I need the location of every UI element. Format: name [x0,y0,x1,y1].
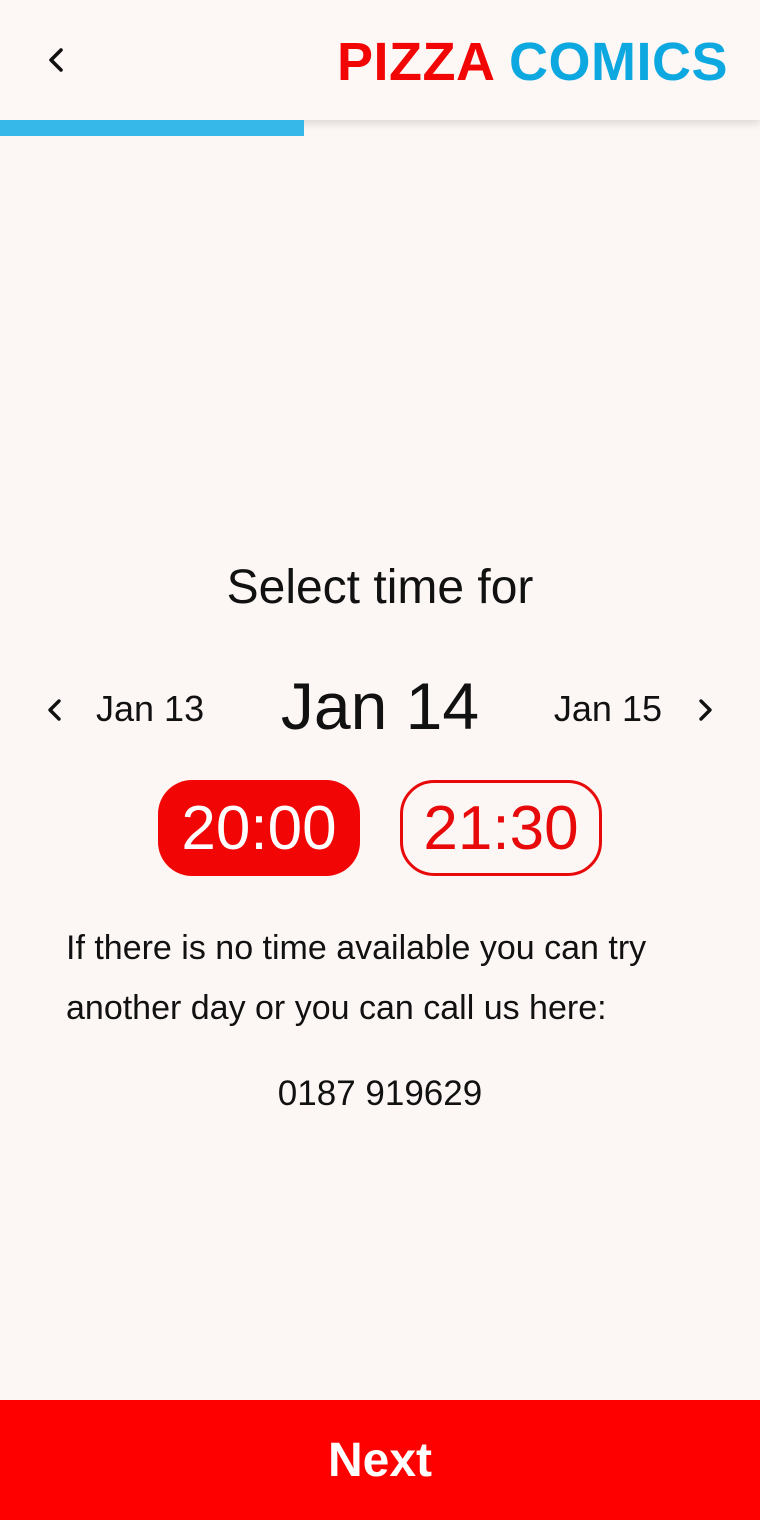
progress-bar-fill [0,120,304,136]
page-title: Select time for [226,561,534,614]
phone-number[interactable]: 0187 919629 [0,1074,760,1114]
previous-date[interactable]: Jan 13 [96,688,204,730]
chevron-right-icon [699,699,712,721]
time-slot-list: 20:00 21:30 [0,780,760,876]
info-text: If there is no time available you can tr… [66,929,647,1027]
time-slot[interactable]: 21:30 [400,780,602,876]
brand-logo: PIZZA COMICS [337,30,728,94]
chevron-left-icon [49,48,63,72]
previous-day-button[interactable] [30,686,80,734]
next-date[interactable]: Jan 15 [554,688,662,730]
time-slot-selected[interactable]: 20:00 [158,780,360,876]
logo-word-comics: COMICS [509,32,728,92]
date-navigator: Jan 13 Jan 14 Jan 15 [0,668,760,752]
logo-word-pizza: PIZZA [337,32,494,92]
next-button[interactable]: Next [0,1400,760,1520]
back-button[interactable] [28,36,84,84]
progress-bar [0,120,760,136]
next-day-button[interactable] [680,686,730,734]
app-header: PIZZA COMICS [0,0,760,120]
chevron-left-icon [48,699,61,721]
